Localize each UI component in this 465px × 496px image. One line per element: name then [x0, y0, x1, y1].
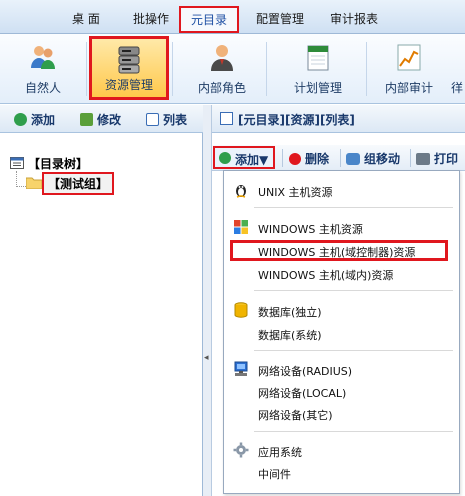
menu-network-local[interactable]: 网络设备(LOCAL) — [258, 385, 346, 401]
module-resource-management[interactable]: 资源管理 — [89, 36, 169, 100]
resource-list-header: [元目录][资源][列表] — [212, 105, 465, 133]
menu-middleware[interactable]: 中间件 — [258, 466, 291, 482]
breadcrumb: [元目录][资源][列表] — [238, 113, 355, 127]
printer-icon — [416, 153, 430, 165]
network-device-icon — [234, 361, 248, 376]
add-dropdown-button[interactable]: 添加▼ — [213, 146, 275, 169]
group-move-button[interactable]: 组移动 — [346, 150, 400, 167]
tree-list-button[interactable]: 列表 — [146, 111, 187, 128]
tree-root-icon — [10, 157, 24, 169]
database-icon — [234, 302, 248, 318]
menu-network-radius[interactable]: 网络设备(RADIUS) — [258, 363, 352, 379]
menu-database-system[interactable]: 数据库(系统) — [258, 327, 322, 343]
collapse-arrow-icon[interactable]: ◂ — [204, 353, 209, 363]
pane-splitter[interactable]: ◂ — [203, 105, 212, 496]
module-internal-roles[interactable]: 内部角色 — [183, 36, 261, 100]
add-resource-dropdown: UNIX 主机资源 WINDOWS 主机资源 WINDOWS 主机(域控制器)资… — [223, 170, 460, 494]
module-toolbar: 自然人 资源管理 内部角色 计划管理 内部审计 徉 — [0, 34, 465, 104]
edit-icon — [80, 113, 93, 126]
menu-desktop[interactable]: 桌 面 — [72, 10, 100, 27]
module-more[interactable]: 徉 — [451, 36, 465, 100]
menu-application-system[interactable]: 应用系统 — [258, 444, 302, 460]
delete-button[interactable]: 删除 — [289, 150, 329, 167]
tree-toolbar: 添加 修改 列表 — [0, 105, 203, 133]
menu-windows-domain-member[interactable]: WINDOWS 主机(域内)资源 — [258, 267, 393, 283]
gear-icon — [233, 442, 249, 458]
linux-icon — [236, 185, 246, 198]
list-icon — [146, 113, 159, 126]
add-icon — [14, 113, 27, 126]
calendar-icon — [307, 45, 329, 71]
module-internal-audit[interactable]: 内部审计 — [370, 36, 448, 100]
menu-config-management[interactable]: 配置管理 — [256, 10, 304, 27]
person-icon — [211, 45, 233, 71]
menu-windows-domain-controller[interactable]: WINDOWS 主机(域控制器)资源 — [258, 244, 415, 260]
group-icon — [346, 153, 360, 165]
directory-tree-pane: 添加 修改 列表 【目录树】 【测试组】 — [0, 105, 203, 496]
chart-icon — [397, 44, 421, 71]
tree-add-button[interactable]: 添加 — [14, 111, 55, 128]
folder-icon — [26, 177, 42, 189]
menu-meta-directory[interactable]: 元目录 — [179, 6, 240, 33]
menu-windows-host[interactable]: WINDOWS 主机资源 — [258, 221, 363, 237]
users-icon — [31, 46, 55, 69]
menu-unix-host[interactable]: UNIX 主机资源 — [258, 184, 333, 200]
menu-network-other[interactable]: 网络设备(其它) — [258, 407, 333, 423]
menu-audit-reports[interactable]: 审计报表 — [330, 10, 378, 27]
resource-toolbar: 添加▼ 删除 组移动 打印 — [212, 145, 465, 171]
delete-icon — [289, 153, 301, 165]
windows-icon — [234, 220, 248, 234]
module-plan-management[interactable]: 计划管理 — [279, 36, 357, 100]
menu-database-standalone[interactable]: 数据库(独立) — [258, 304, 322, 320]
top-menu-bar: 桌 面 批操作 元目录 配置管理 审计报表 — [0, 0, 465, 34]
list-view-icon — [220, 112, 233, 125]
menu-batch-operations[interactable]: 批操作 — [133, 10, 169, 27]
tree-edit-button[interactable]: 修改 — [80, 111, 121, 128]
module-natural-person[interactable]: 自然人 — [4, 36, 82, 100]
print-button[interactable]: 打印 — [416, 150, 458, 167]
tree-node-test-group[interactable]: 【测试组】 — [42, 172, 115, 195]
server-icon — [118, 46, 140, 74]
add-icon — [219, 152, 231, 164]
